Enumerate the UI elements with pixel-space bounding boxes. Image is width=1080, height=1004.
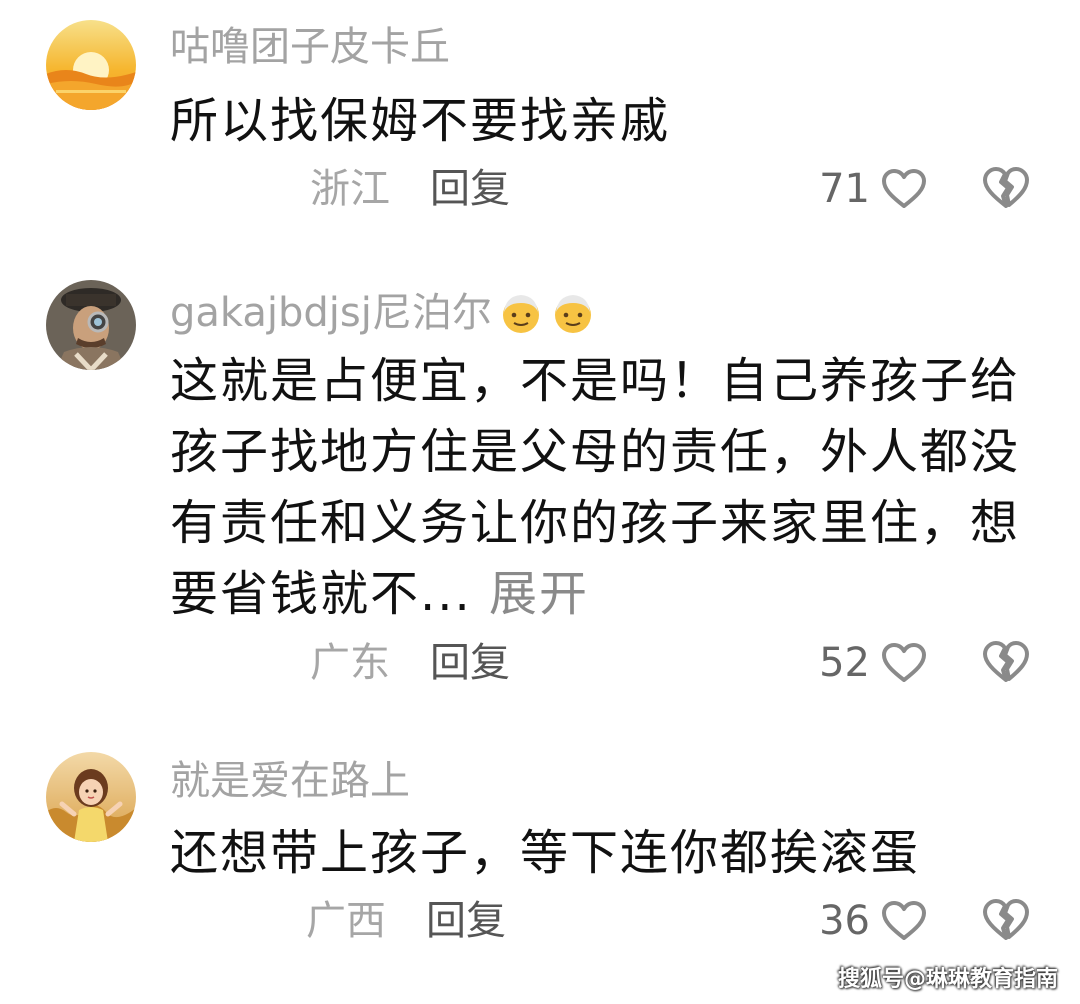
location-label: 广西 — [306, 898, 386, 944]
location-label: 浙江 — [310, 166, 390, 212]
username-text[interactable]: gakajbdjsj尼泊尔 — [170, 288, 492, 338]
avatar[interactable] — [46, 280, 136, 370]
username[interactable]: 咕噜团子皮卡丘 — [170, 22, 450, 72]
dislike-broken-heart-icon[interactable] — [982, 898, 1030, 942]
older-man-emoji-icon — [554, 295, 591, 333]
username-text[interactable]: 咕噜团子皮卡丘 — [170, 22, 450, 72]
comment-text-content: 这就是占便宜，不是吗！自己养孩子给孩子找地方住是父母的责任，外人都没有责任和义务… — [170, 353, 1021, 622]
like-heart-icon[interactable] — [881, 168, 927, 210]
avatar[interactable] — [46, 752, 136, 842]
sunset-avatar-icon — [46, 20, 136, 110]
girl-in-field-avatar-icon — [46, 752, 136, 842]
comment-text-content: 所以找保姆不要找亲戚 — [170, 93, 671, 149]
older-man-emoji-icon — [502, 295, 539, 333]
like-count: 71 — [819, 166, 870, 212]
watermark: 搜狐号@琳琳教育指南 — [837, 967, 1058, 992]
comment-text: 所以找保姆不要找亲戚 — [170, 86, 1020, 157]
username-emoji-group — [498, 290, 602, 336]
like-count: 36 — [819, 898, 870, 944]
username-text[interactable]: 就是爱在路上 — [170, 756, 410, 806]
steampunk-man-avatar-icon — [46, 280, 136, 370]
avatar[interactable] — [46, 20, 136, 110]
reply-button[interactable]: 回复 — [430, 164, 510, 214]
comment-text: 还想带上孩子，等下连你都挨滚蛋 — [170, 818, 1020, 889]
reply-button[interactable]: 回复 — [430, 638, 510, 688]
comment-text: 这就是占便宜，不是吗！自己养孩子给孩子找地方住是父母的责任，外人都没有责任和义务… — [170, 346, 1020, 630]
expand-button[interactable]: 展开 — [489, 566, 589, 622]
username[interactable]: 就是爱在路上 — [170, 756, 410, 806]
dislike-broken-heart-icon[interactable] — [982, 640, 1030, 684]
like-count: 52 — [819, 640, 870, 686]
comment-text-content: 还想带上孩子，等下连你都挨滚蛋 — [170, 825, 921, 881]
location-label: 广东 — [310, 640, 390, 686]
like-heart-icon[interactable] — [881, 900, 927, 942]
username[interactable]: gakajbdjsj尼泊尔 — [170, 288, 602, 338]
like-heart-icon[interactable] — [881, 642, 927, 684]
dislike-broken-heart-icon[interactable] — [982, 166, 1030, 210]
reply-button[interactable]: 回复 — [426, 896, 506, 946]
